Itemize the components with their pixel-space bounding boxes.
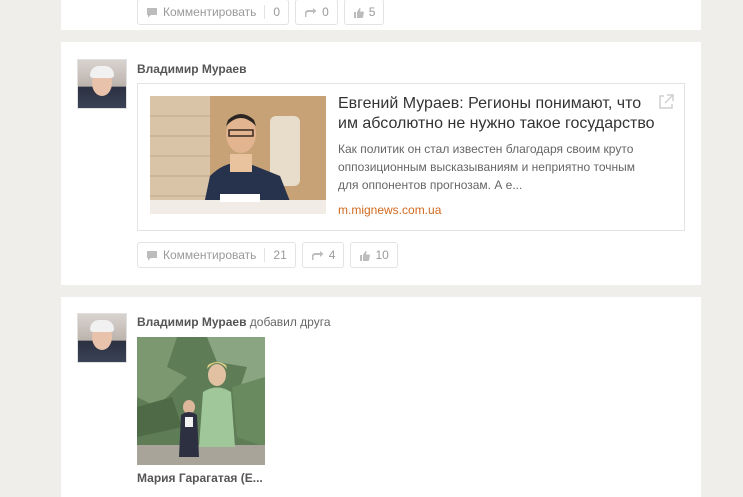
- link-domain[interactable]: m.mignews.com.ua: [338, 203, 441, 217]
- comment-label: Комментировать: [163, 248, 257, 262]
- avatar-hair: [90, 320, 114, 332]
- comment-button[interactable]: Комментировать 0: [137, 0, 290, 25]
- like-count: 5: [368, 5, 376, 19]
- reshare-count: 0: [322, 5, 329, 19]
- feed-card-top: Комментировать 0 0 5: [61, 0, 701, 30]
- like-button[interactable]: 5: [343, 0, 385, 25]
- external-link-icon[interactable]: [658, 94, 674, 115]
- link-description: Как политик он стал известен благодаря с…: [338, 142, 635, 192]
- author-name[interactable]: Владимир Мураев: [137, 62, 246, 76]
- comment-count: 0: [273, 5, 281, 19]
- link-preview[interactable]: Евгений Мураев: Регионы понимают, что им…: [137, 83, 685, 231]
- feed-card-friend: Владимир Мураев добавил друга Мария Гара…: [61, 297, 701, 497]
- avatar[interactable]: [77, 59, 127, 109]
- author-name[interactable]: Владимир Мураев: [137, 315, 246, 329]
- comment-button[interactable]: Комментировать 21: [137, 242, 296, 268]
- post-actions: Комментировать 21 4 10: [137, 242, 398, 268]
- friend-name[interactable]: Мария Гарагатая (Е...: [137, 471, 263, 485]
- feed-card-link: Владимир Мураев Евгений Мураев: Регионы …: [61, 42, 701, 285]
- like-count: 10: [375, 248, 389, 262]
- thumbs-up-icon: [359, 250, 371, 261]
- reshare-arrow-icon: [304, 7, 317, 18]
- reshare-button[interactable]: 0: [295, 0, 338, 25]
- comment-bubble-icon: [146, 250, 158, 261]
- link-title[interactable]: Евгений Мураев: Регионы понимают, что им…: [338, 94, 663, 134]
- comment-label: Комментировать: [163, 5, 257, 19]
- reshare-button[interactable]: 4: [301, 242, 345, 268]
- avatar[interactable]: [77, 313, 127, 363]
- like-button[interactable]: 10: [350, 242, 398, 268]
- link-preview-image[interactable]: [150, 96, 326, 214]
- thumbs-up-icon: [353, 7, 364, 18]
- feed: Комментировать 0 0 5 Владимир Мураев Евг…: [0, 0, 743, 497]
- friend-photo[interactable]: [137, 337, 265, 465]
- reshare-arrow-icon: [311, 250, 324, 261]
- comment-bubble-icon: [146, 7, 158, 18]
- avatar-hair: [90, 66, 114, 78]
- post-action-text: добавил друга: [249, 315, 331, 329]
- post-author: Владимир Мураев: [137, 62, 246, 76]
- reshare-count: 4: [328, 248, 336, 262]
- post-author: Владимир Мураев добавил друга: [137, 315, 331, 329]
- comment-count: 21: [273, 248, 287, 262]
- post-actions: Комментировать 0 0 5: [137, 0, 385, 25]
